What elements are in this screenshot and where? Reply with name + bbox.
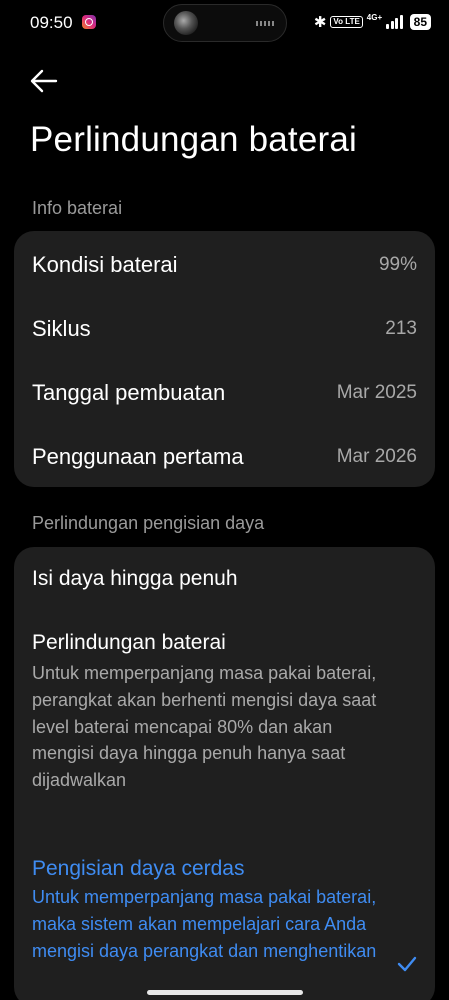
info-row-label: Kondisi baterai bbox=[32, 252, 178, 277]
info-row-manufacture-date: Tanggal pembuatan Mar 2025 bbox=[32, 361, 417, 425]
charging-options-card: Isi daya hingga penuh Perlindungan bater… bbox=[14, 547, 435, 1000]
bluetooth-icon: ✱ bbox=[313, 14, 327, 31]
back-button[interactable] bbox=[28, 64, 62, 98]
option-title: Isi daya hingga penuh bbox=[32, 567, 238, 590]
info-row-label: Tanggal pembuatan bbox=[32, 380, 226, 405]
status-time: 09:50 bbox=[30, 13, 73, 32]
battery-info-section-title: Info baterai bbox=[32, 198, 123, 218]
option-smart-charging[interactable]: Pengisian daya cerdas Untuk memperpanjan… bbox=[14, 843, 435, 1000]
checkmark-icon bbox=[397, 956, 417, 972]
info-row-first-use: Penggunaan pertama Mar 2026 bbox=[32, 425, 417, 489]
status-icons: ✱ Vo LTE 4G+ 85 bbox=[314, 13, 431, 31]
signal-strength-icon bbox=[386, 15, 403, 29]
info-row-label: Siklus bbox=[32, 316, 91, 341]
network-type-icon: 4G+ bbox=[366, 12, 383, 22]
info-row-value: Mar 2026 bbox=[336, 446, 417, 467]
option-description: Untuk memperpanjang masa pakai baterai, … bbox=[32, 663, 377, 791]
charging-protection-section-title: Perlindungan pengisian daya bbox=[32, 513, 265, 533]
option-description: Untuk memperpanjang masa pakai baterai, … bbox=[32, 887, 377, 961]
info-row-condition: Kondisi baterai 99% bbox=[32, 233, 417, 297]
media-thumbnail-icon bbox=[174, 11, 198, 35]
info-row-cycles: Siklus 213 bbox=[32, 297, 417, 361]
dynamic-island[interactable] bbox=[163, 4, 287, 42]
option-full-charge[interactable]: Isi daya hingga penuh bbox=[14, 547, 435, 613]
battery-level-icon: 85 bbox=[409, 14, 431, 30]
status-bar: 09:50 ✱ Vo LTE 4G+ 85 bbox=[0, 0, 449, 46]
info-row-label: Penggunaan pertama bbox=[32, 444, 244, 469]
battery-info-card: Kondisi baterai 99% Siklus 213 Tanggal p… bbox=[14, 231, 435, 487]
audio-wave-icon bbox=[256, 21, 274, 26]
info-row-value: 99% bbox=[378, 254, 417, 275]
page-title: Perlindungan baterai bbox=[30, 120, 358, 159]
option-title: Perlindungan baterai bbox=[32, 631, 226, 654]
arrow-left-icon bbox=[30, 69, 58, 93]
instagram-notification-icon bbox=[82, 15, 96, 29]
info-row-value: 213 bbox=[385, 318, 417, 339]
home-indicator[interactable] bbox=[147, 990, 303, 995]
option-title: Pengisian daya cerdas bbox=[32, 857, 245, 880]
info-row-value: Mar 2025 bbox=[336, 382, 417, 403]
option-battery-protection[interactable]: Perlindungan baterai Untuk memperpanjang… bbox=[14, 617, 435, 827]
volte-icon: Vo LTE bbox=[330, 16, 363, 28]
